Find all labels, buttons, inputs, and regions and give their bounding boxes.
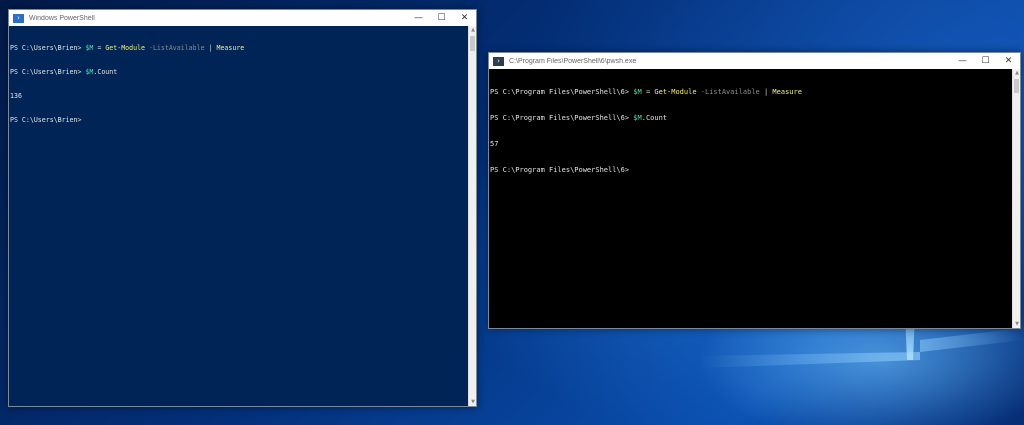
parameter-token: -ListAvailable — [145, 44, 205, 52]
console-output-value: 136 — [10, 92, 22, 100]
command-token: Measure — [772, 88, 802, 97]
pipe-token: | — [204, 44, 217, 52]
property-token: .Count — [641, 113, 668, 122]
title-bar[interactable]: › C:\Program Files\PowerShell\6\pwsh.exe… — [489, 53, 1020, 69]
console-prompt-line[interactable]: PS C:\Program Files\PowerShell\6> — [490, 166, 1011, 175]
scroll-thumb[interactable] — [470, 36, 475, 51]
console-output-value: 57 — [490, 139, 499, 148]
variable-token: $M — [633, 88, 642, 97]
prompt: PS C:\Users\Brien> — [10, 68, 86, 76]
command-token: Get-Module — [105, 44, 146, 52]
powershell-core-icon[interactable]: › — [493, 56, 504, 66]
operator-token: = — [93, 44, 106, 52]
console-line: PS C:\Users\Brien> $M = Get-Module -List… — [10, 44, 467, 52]
title-bar[interactable]: › Windows PowerShell — ☐ ✕ — [9, 10, 476, 26]
powershell-icon[interactable]: › — [13, 13, 24, 23]
close-button[interactable]: ✕ — [997, 53, 1020, 69]
operator-token: = — [641, 88, 655, 97]
vertical-scrollbar[interactable]: ▲ ▼ — [1012, 69, 1020, 328]
pipe-token: | — [759, 88, 773, 97]
minimize-button[interactable]: — — [407, 10, 430, 26]
variable-token: $M — [633, 113, 642, 122]
windows-powershell-window[interactable]: › Windows PowerShell — ☐ ✕ PS C:\Users\B… — [8, 9, 477, 407]
maximize-button[interactable]: ☐ — [430, 10, 453, 26]
window-title: C:\Program Files\PowerShell\6\pwsh.exe — [509, 57, 637, 65]
prompt: PS C:\Users\Brien> — [10, 44, 86, 52]
prompt: PS C:\Program Files\PowerShell\6> — [490, 113, 634, 122]
minimize-button[interactable]: — — [951, 53, 974, 69]
console-output[interactable]: PS C:\Users\Brien> $M = Get-Module -List… — [9, 26, 468, 406]
scroll-up-arrow-icon[interactable]: ▲ — [469, 26, 477, 34]
scroll-down-arrow-icon[interactable]: ▼ — [469, 398, 477, 406]
command-token: Measure — [216, 44, 245, 52]
console-line: PS C:\Program Files\PowerShell\6> $M.Cou… — [490, 114, 1011, 123]
maximize-button[interactable]: ☐ — [974, 53, 997, 69]
console-prompt-line[interactable]: PS C:\Users\Brien> — [10, 116, 467, 124]
console-line: PS C:\Users\Brien> $M.Count — [10, 68, 467, 76]
wallpaper-light-beam — [700, 352, 920, 368]
vertical-scrollbar[interactable]: ▲ ▼ — [468, 26, 476, 406]
console-line: PS C:\Program Files\PowerShell\6> $M = G… — [490, 88, 1011, 97]
console-output[interactable]: PS C:\Program Files\PowerShell\6> $M = G… — [489, 69, 1012, 328]
scroll-down-arrow-icon[interactable]: ▼ — [1013, 320, 1021, 328]
window-title: Windows PowerShell — [29, 14, 95, 22]
scroll-thumb[interactable] — [1014, 79, 1019, 93]
command-token: Get-Module — [654, 88, 697, 97]
prompt: PS C:\Program Files\PowerShell\6> — [490, 88, 634, 97]
scroll-up-arrow-icon[interactable]: ▲ — [1013, 69, 1021, 77]
property-token: .Count — [93, 68, 118, 76]
parameter-token: -ListAvailable — [696, 88, 760, 97]
wallpaper-light-beam — [920, 328, 1024, 352]
close-button[interactable]: ✕ — [453, 10, 476, 26]
pwsh-window[interactable]: › C:\Program Files\PowerShell\6\pwsh.exe… — [488, 52, 1021, 329]
